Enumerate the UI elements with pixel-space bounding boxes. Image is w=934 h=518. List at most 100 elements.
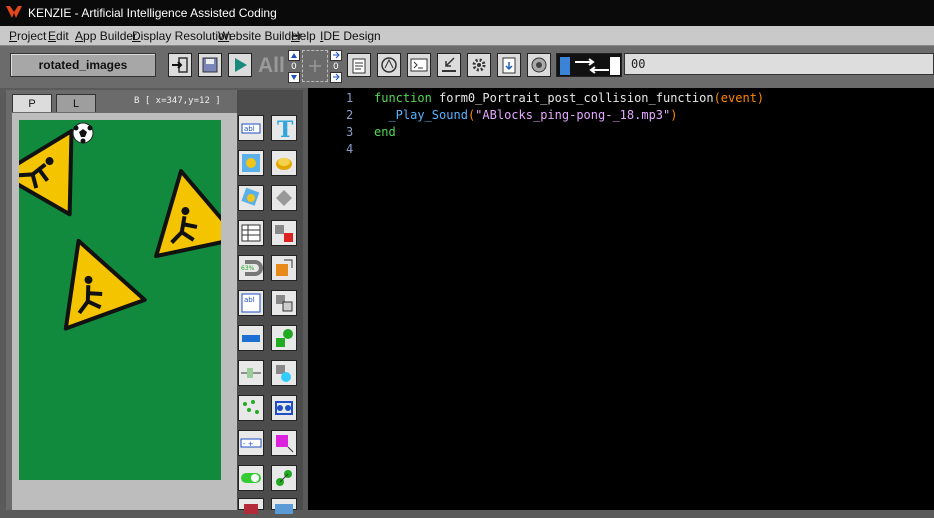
paren-open: ( — [713, 91, 721, 105]
menu-display-resolution[interactable]: Display Resolution — [132, 29, 231, 43]
layout-switch-button[interactable] — [556, 53, 622, 77]
svg-text:63%: 63% — [241, 265, 255, 272]
code-editor[interactable]: 1 function form0_Portrait_post_collision… — [308, 88, 934, 510]
table-component[interactable] — [238, 220, 264, 246]
collision-component[interactable] — [271, 220, 297, 246]
menu-project[interactable]: Project — [9, 29, 46, 43]
toggle-component[interactable] — [238, 465, 264, 491]
run-all-label[interactable]: All — [258, 54, 285, 78]
canvas-sprites — [19, 122, 221, 331]
stepper-component[interactable]: - + — [238, 430, 264, 456]
svg-text:abl: abl — [244, 125, 255, 133]
image-icon — [242, 154, 260, 172]
cursor-coords: B [ x=347,y=12 ] — [134, 96, 221, 106]
ai-assist-button[interactable] — [377, 53, 401, 77]
line-number: 4 — [346, 142, 354, 156]
sprite-component[interactable] — [238, 185, 264, 211]
tab-portrait[interactable]: P — [12, 94, 52, 112]
progress-icon: 63% — [241, 260, 263, 276]
button-icon — [276, 158, 292, 170]
clipboard-icon — [352, 58, 366, 74]
particles-component[interactable] — [238, 395, 264, 421]
image-component[interactable] — [238, 150, 264, 176]
more-component-left[interactable] — [238, 498, 264, 514]
window-icon — [275, 504, 293, 514]
svg-text:T: T — [277, 117, 294, 140]
more-component-right[interactable] — [271, 498, 297, 514]
path-icon — [275, 401, 293, 415]
physics-icon — [276, 329, 293, 347]
text-icon: T — [277, 117, 294, 143]
warning-sign-icon[interactable] — [39, 227, 147, 331]
menu-app-builder[interactable]: App Builder — [75, 29, 137, 43]
string-literal: "ABlocks_ping-pong-_18.mp3" — [475, 108, 671, 122]
warning-sign-icon[interactable] — [140, 162, 221, 259]
component-palette: abl T 63% abl - + — [237, 90, 303, 514]
move-handle[interactable] — [302, 50, 328, 82]
code-line[interactable]: _Play_Sound("ABlocks_ping-pong-_18.mp3") — [374, 108, 677, 122]
menu-edit[interactable]: Edit — [48, 29, 69, 43]
resize-component[interactable] — [271, 255, 297, 281]
line-number: 1 — [346, 91, 354, 105]
window-title: KENZIE - Artificial Intelligence Assiste… — [28, 6, 277, 20]
tab-landscape[interactable]: L — [56, 94, 96, 112]
param-event: event — [720, 91, 757, 105]
label-component[interactable]: abl — [238, 115, 264, 141]
stepper-value-right: 0 — [333, 62, 339, 72]
button-component[interactable] — [271, 150, 297, 176]
toolbar: rotated_images All 0 0 00 — [0, 46, 934, 88]
project-name-field[interactable]: rotated_images — [10, 53, 156, 77]
gear-icon — [472, 58, 486, 72]
table-icon — [241, 224, 261, 242]
import-button[interactable] — [437, 53, 461, 77]
stepper-icon: - + — [240, 438, 262, 448]
stepper-value-left: 0 — [291, 62, 297, 72]
ai-icon — [381, 57, 397, 73]
save-button[interactable] — [198, 53, 222, 77]
form-canvas[interactable] — [19, 120, 221, 480]
menu-help[interactable]: Help — [291, 29, 316, 43]
import-icon — [442, 57, 456, 72]
soccer-ball-icon[interactable] — [72, 122, 94, 144]
menu-bar: Project Edit App Builder Display Resolut… — [0, 26, 934, 46]
input-component[interactable] — [238, 325, 264, 351]
physics-component[interactable] — [271, 325, 297, 351]
group-component[interactable] — [271, 290, 297, 316]
slider-icon — [241, 368, 261, 378]
input-icon — [242, 335, 260, 342]
shape-component[interactable] — [271, 185, 297, 211]
line-number: 3 — [346, 125, 354, 139]
text-component[interactable]: T — [271, 115, 297, 143]
command-field[interactable]: 00 — [624, 53, 934, 75]
speaker-icon — [531, 57, 547, 73]
menu-ide-design[interactable]: IDE Design — [320, 29, 381, 43]
export-button[interactable] — [168, 53, 192, 77]
console-button[interactable] — [407, 53, 431, 77]
paste-button[interactable] — [497, 53, 521, 77]
settings-button[interactable] — [467, 53, 491, 77]
menu-website-builder[interactable]: Website Builder — [218, 29, 302, 43]
sprite-icon — [241, 187, 260, 206]
code-line[interactable]: end — [374, 125, 396, 139]
progress-component[interactable]: 63% — [238, 255, 264, 281]
shape-icon — [276, 190, 292, 206]
layer-icon — [276, 435, 294, 453]
layer-component[interactable] — [271, 430, 297, 456]
link-component[interactable] — [271, 465, 297, 491]
path-component[interactable] — [271, 395, 297, 421]
audio-button[interactable] — [527, 53, 551, 77]
function-call: _Play_Sound — [388, 108, 468, 122]
toggle-icon — [241, 473, 261, 483]
book-icon — [244, 504, 258, 514]
joint-component[interactable] — [271, 360, 297, 386]
properties-button[interactable] — [347, 53, 371, 77]
textarea-icon: abl — [241, 293, 261, 313]
slider-component[interactable] — [238, 360, 264, 386]
run-button[interactable] — [228, 53, 252, 77]
design-panel: P L B [ x=347,y=12 ] — [6, 90, 238, 510]
keyword-end: end — [374, 125, 396, 139]
code-line[interactable]: function form0_Portrait_post_collision_f… — [374, 91, 764, 105]
textarea-component[interactable]: abl — [238, 290, 264, 316]
svg-text:- +: - + — [243, 440, 254, 448]
